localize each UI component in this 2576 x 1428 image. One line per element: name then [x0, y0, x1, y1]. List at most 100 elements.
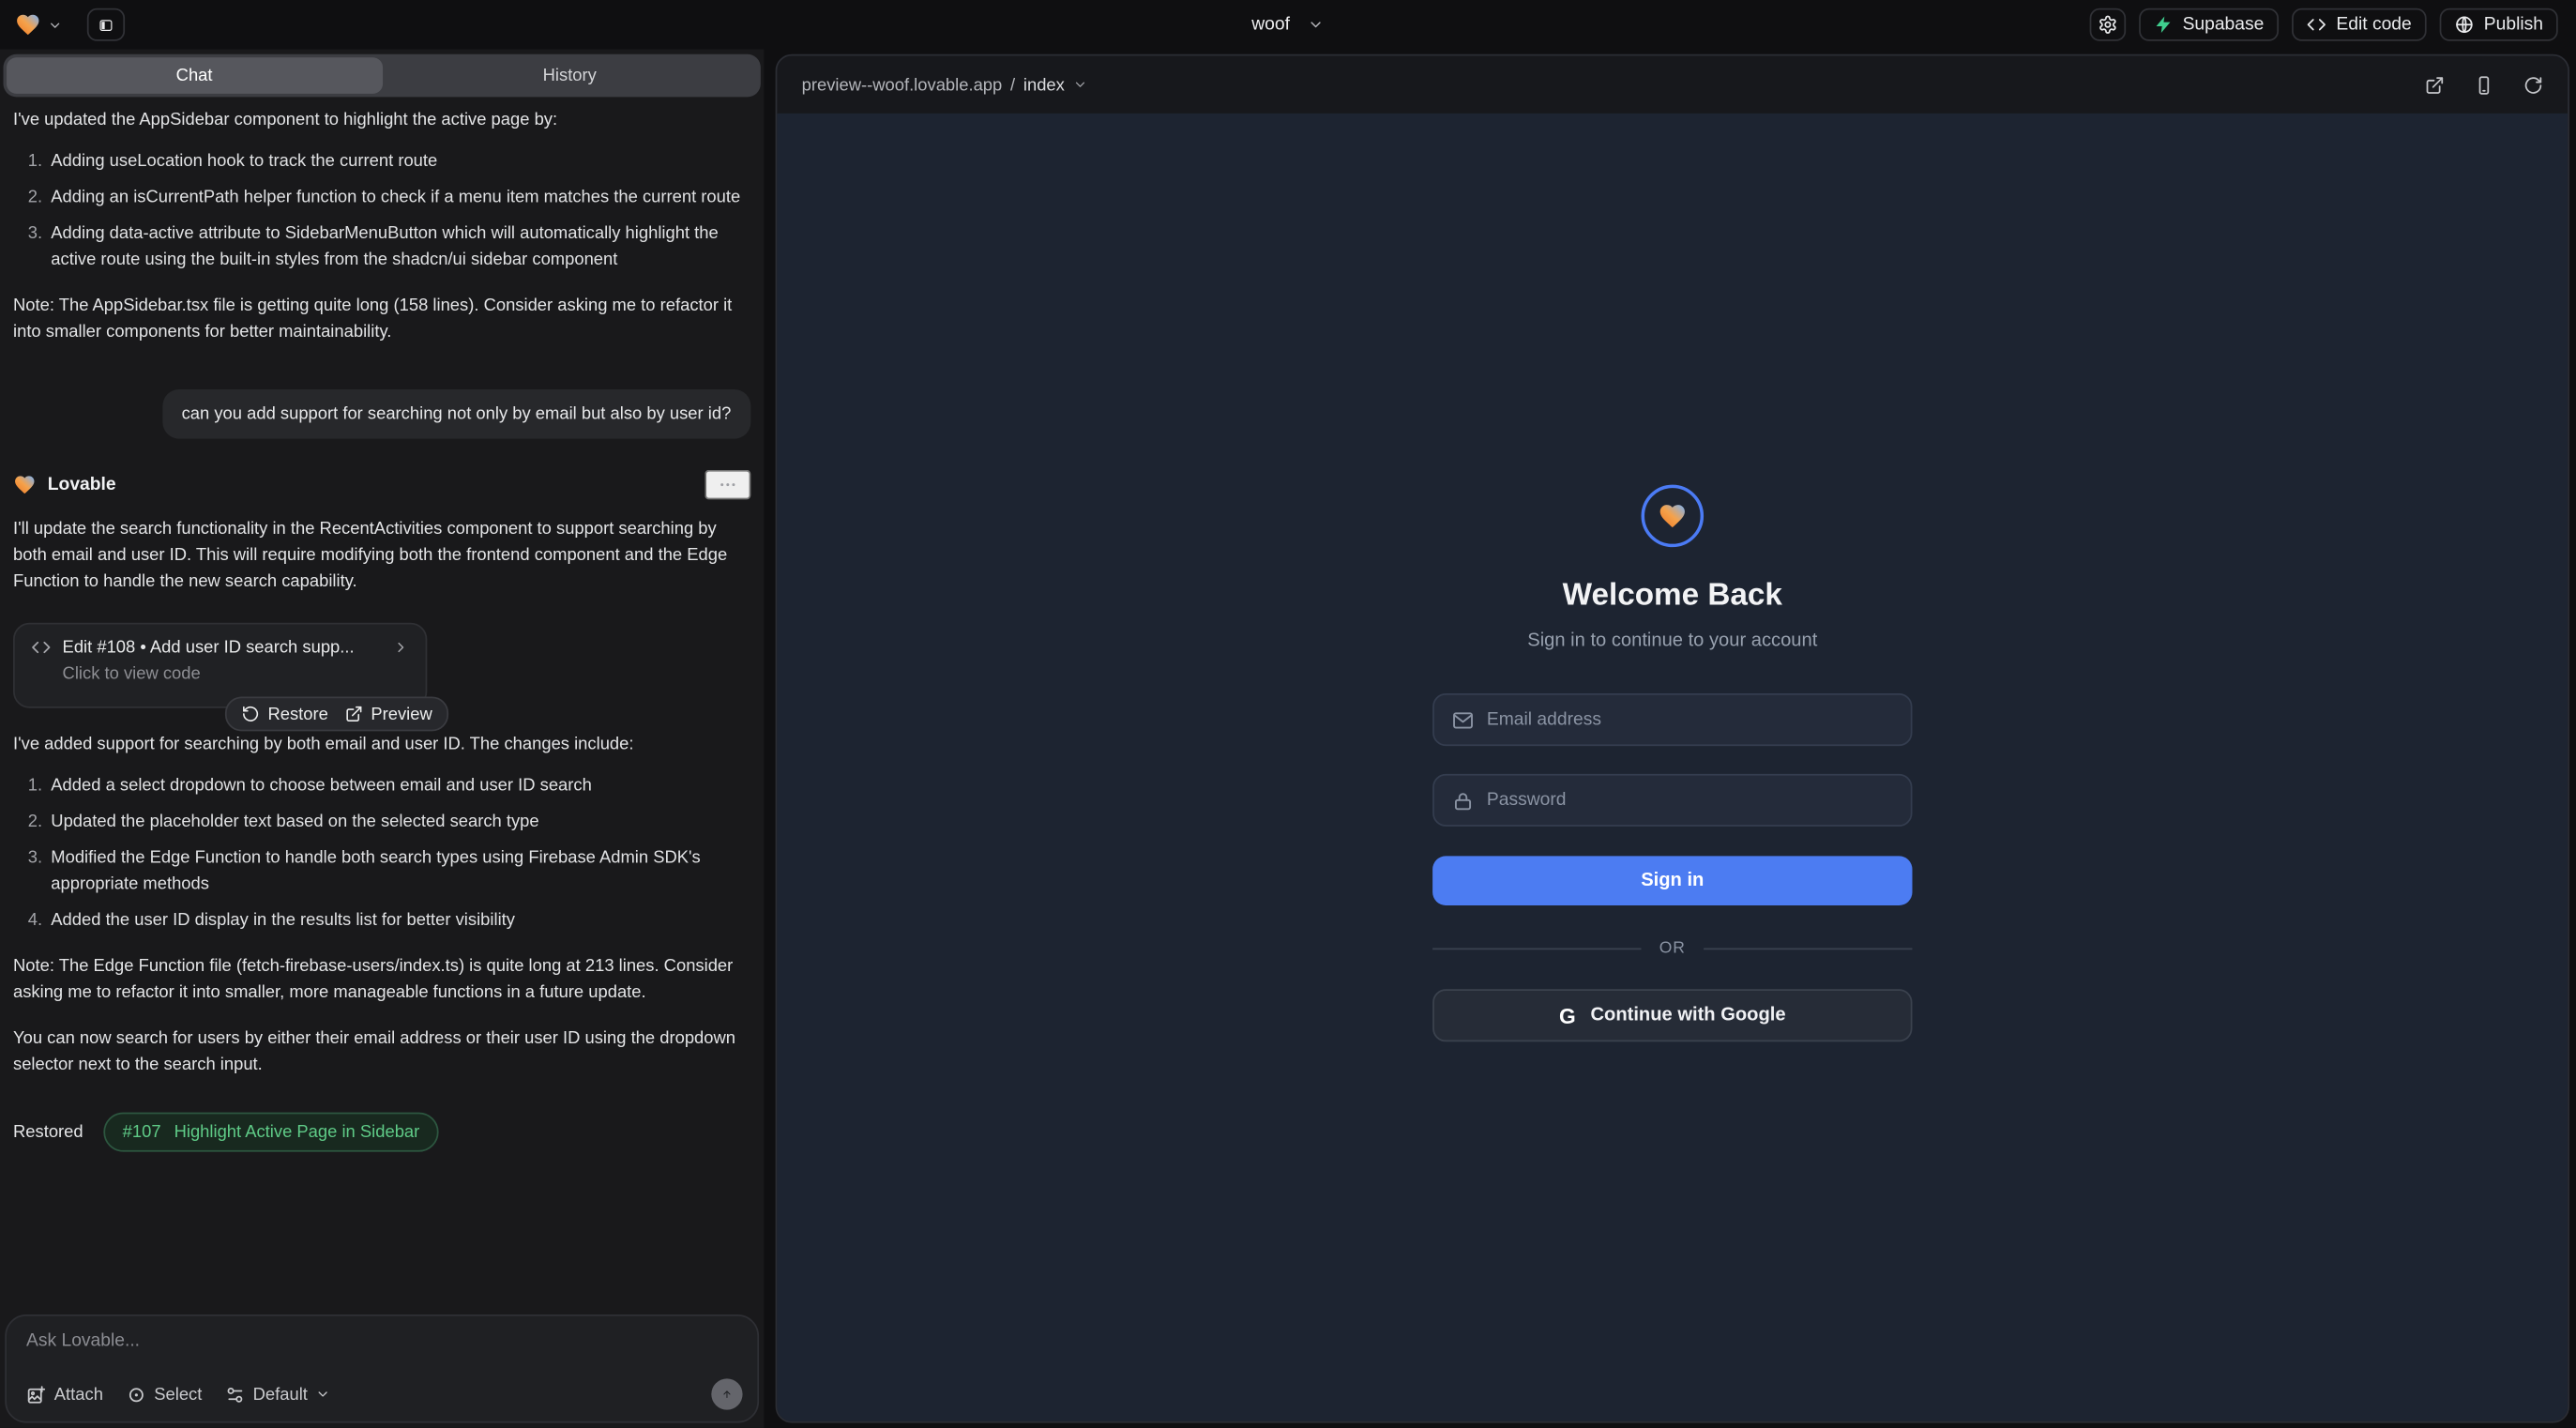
google-g-icon: G	[1559, 1003, 1576, 1027]
edit-card-group: Edit #108 • Add user ID search supp... C…	[13, 623, 750, 732]
gear-icon	[2098, 15, 2117, 35]
external-link-icon	[344, 705, 362, 722]
google-signin-button[interactable]: G Continue with Google	[1432, 989, 1912, 1041]
tab-chat[interactable]: Chat	[7, 57, 382, 94]
assistant-paragraph: I've updated the AppSidebar component to…	[13, 107, 750, 133]
select-label: Select	[154, 1384, 202, 1404]
restore-button[interactable]: Restore	[241, 704, 327, 723]
list-item: Modified the Edge Function to handle bot…	[13, 844, 750, 897]
chevron-down-icon	[48, 17, 63, 32]
supabase-bolt-icon	[2153, 15, 2173, 35]
edit-card-subtitle: Click to view code	[63, 664, 410, 684]
tab-history[interactable]: History	[382, 57, 757, 94]
supabase-button[interactable]: Supabase	[2138, 8, 2279, 41]
send-button[interactable]	[711, 1378, 742, 1409]
assistant-list: Adding useLocation hook to track the cur…	[13, 148, 750, 273]
sidebar-toggle-button[interactable]	[87, 8, 125, 41]
chat-panel: Chat History I've updated the AppSidebar…	[0, 50, 764, 1428]
chat-composer: Attach Select Default	[5, 1314, 759, 1423]
chat-messages: I've updated the AppSidebar component to…	[0, 97, 764, 1313]
lovable-heart-icon	[15, 11, 41, 38]
list-item: Adding useLocation hook to track the cur…	[13, 148, 750, 175]
chevron-down-icon	[1073, 77, 1088, 92]
lovable-app-window: woof Supabase Edit code Publish Chat	[0, 0, 2576, 1428]
chevron-right-icon	[393, 639, 410, 656]
top-bar: woof Supabase Edit code Publish	[0, 0, 2576, 50]
preview-app-content: Welcome Back Sign in to continue to your…	[777, 114, 2568, 1421]
attach-label: Attach	[54, 1384, 103, 1404]
auth-title: Welcome Back	[1563, 578, 1782, 615]
restored-row: Restored #107 Highlight Active Page in S…	[13, 1113, 750, 1152]
restored-label: Restored	[13, 1122, 83, 1142]
ellipsis-icon	[718, 475, 737, 494]
list-item: Added the user ID display in the results…	[13, 907, 750, 934]
divider-line	[1704, 948, 1912, 949]
attach-button[interactable]: Attach	[26, 1384, 103, 1404]
user-message-bubble: can you add support for searching not on…	[162, 389, 751, 439]
chevron-down-icon	[316, 1387, 331, 1402]
assistant-note: Note: The Edge Function file (fetch-fire…	[13, 953, 750, 1006]
list-item: Updated the placeholder text based on th…	[13, 809, 750, 835]
external-link-icon	[2425, 75, 2445, 95]
assistant-paragraph: I've added support for searching by both…	[13, 731, 750, 757]
preview-toolbar: preview--woof.lovable.app / index	[777, 56, 2568, 114]
badge-version: #107	[123, 1122, 161, 1142]
assistant-paragraph: You can now search for users by either t…	[13, 1025, 750, 1078]
settings-button[interactable]	[2089, 8, 2126, 41]
divider-label: OR	[1659, 940, 1686, 958]
open-in-new-tab-button[interactable]	[2425, 75, 2445, 95]
edit-card-title: Edit #108 • Add user ID search supp...	[63, 637, 355, 657]
mail-icon	[1452, 709, 1474, 731]
lovable-logo-menu[interactable]	[15, 11, 63, 38]
assistant-paragraph: I'll update the search functionality in …	[13, 516, 750, 595]
project-switcher[interactable]: woof	[1251, 15, 1324, 35]
preview-button[interactable]: Preview	[344, 704, 432, 723]
preview-url-breadcrumb[interactable]: preview--woof.lovable.app / index	[802, 75, 1088, 95]
sliders-icon	[225, 1384, 245, 1404]
edit-code-label: Edit code	[2336, 15, 2411, 35]
password-input[interactable]	[1487, 790, 1893, 810]
target-icon	[126, 1384, 145, 1404]
mode-dropdown[interactable]: Default	[225, 1384, 331, 1404]
edit-code-button[interactable]: Edit code	[2292, 8, 2426, 41]
code-icon	[2307, 15, 2326, 35]
preview-panel: preview--woof.lovable.app / index	[776, 54, 2569, 1423]
chevron-down-icon	[1308, 17, 1325, 34]
app-logo	[1642, 485, 1705, 548]
google-label: Continue with Google	[1590, 1006, 1785, 1025]
restore-icon	[241, 705, 259, 722]
project-name: woof	[1251, 15, 1290, 35]
list-item: Adding an isCurrentPath helper function …	[13, 184, 750, 210]
chat-input[interactable]	[26, 1331, 737, 1368]
select-element-button[interactable]: Select	[126, 1384, 202, 1404]
email-field[interactable]	[1432, 693, 1912, 746]
supabase-label: Supabase	[2183, 15, 2265, 35]
lovable-heart-icon	[13, 473, 37, 496]
publish-label: Publish	[2484, 15, 2543, 35]
code-icon	[31, 637, 51, 657]
url-separator: /	[1010, 75, 1015, 95]
mobile-view-button[interactable]	[2474, 75, 2493, 95]
globe-icon	[2454, 15, 2474, 35]
auth-subtitle: Sign in to continue to your account	[1527, 630, 1817, 650]
restored-version-badge[interactable]: #107 Highlight Active Page in Sidebar	[103, 1113, 440, 1152]
preview-label: Preview	[371, 704, 432, 723]
panel-left-icon	[98, 14, 114, 36]
smartphone-icon	[2474, 75, 2493, 95]
sign-in-button[interactable]: Sign in	[1432, 856, 1912, 905]
email-input[interactable]	[1487, 710, 1893, 730]
arrow-up-icon	[721, 1385, 733, 1403]
password-field[interactable]	[1432, 774, 1912, 827]
assistant-note: Note: The AppSidebar.tsx file is getting…	[13, 293, 750, 345]
refresh-button[interactable]	[2523, 75, 2543, 95]
message-more-button[interactable]	[705, 470, 750, 500]
image-plus-icon	[26, 1384, 46, 1404]
publish-button[interactable]: Publish	[2440, 8, 2558, 41]
auth-card: Welcome Back Sign in to continue to your…	[1432, 485, 1912, 1042]
edit-card[interactable]: Edit #108 • Add user ID search supp... C…	[13, 623, 427, 708]
lock-icon	[1452, 789, 1474, 811]
list-item: Adding data-active attribute to SidebarM…	[13, 220, 750, 273]
preview-url-host: preview--woof.lovable.app	[802, 75, 1003, 95]
assistant-name: Lovable	[48, 475, 116, 494]
list-item: Added a select dropdown to choose betwee…	[13, 772, 750, 798]
